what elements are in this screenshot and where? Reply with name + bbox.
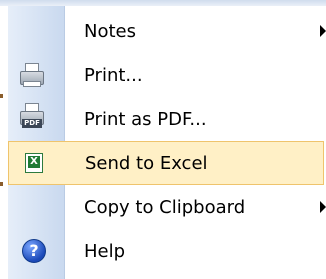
menu-item-label: Send to Excel <box>85 152 208 174</box>
excel-icon: X <box>25 153 43 173</box>
menu-item-label: Print... <box>84 64 143 86</box>
menu-item-icon-cell <box>8 53 64 97</box>
menu-item-print[interactable]: Print... <box>8 53 326 97</box>
menu-item-icon-cell <box>8 185 64 229</box>
submenu-arrow-icon <box>320 25 326 37</box>
menu-item-icon-cell <box>8 9 64 53</box>
submenu-arrow-icon <box>320 201 326 213</box>
menu-item-label: Print as PDF... <box>84 108 207 130</box>
menu-item-label: Copy to Clipboard <box>84 196 246 218</box>
menu-item-help[interactable]: ? Help <box>8 229 326 273</box>
menu-item-icon-cell: X <box>9 141 65 185</box>
menu-item-icon-cell: PDF <box>8 97 64 141</box>
menu-item-print-as-pdf[interactable]: PDF Print as PDF... <box>8 97 326 141</box>
drag-mark <box>0 182 3 186</box>
menu-item-label: Notes <box>84 20 136 42</box>
menu-item-notes[interactable]: Notes <box>8 9 326 53</box>
excel-glyph: X <box>28 156 40 168</box>
menu-item-send-to-excel[interactable]: X Send to Excel <box>8 141 324 185</box>
menu-item-label: Help <box>84 240 126 262</box>
pdf-badge: PDF <box>22 119 42 128</box>
context-menu: Notes Print... PDF Print as PDF... X Sen… <box>0 6 326 279</box>
drag-mark <box>0 94 3 98</box>
menu-item-copy-to-clipboard[interactable]: Copy to Clipboard <box>8 185 326 229</box>
help-icon: ? <box>22 239 46 263</box>
menu-item-icon-cell: ? <box>8 229 64 273</box>
